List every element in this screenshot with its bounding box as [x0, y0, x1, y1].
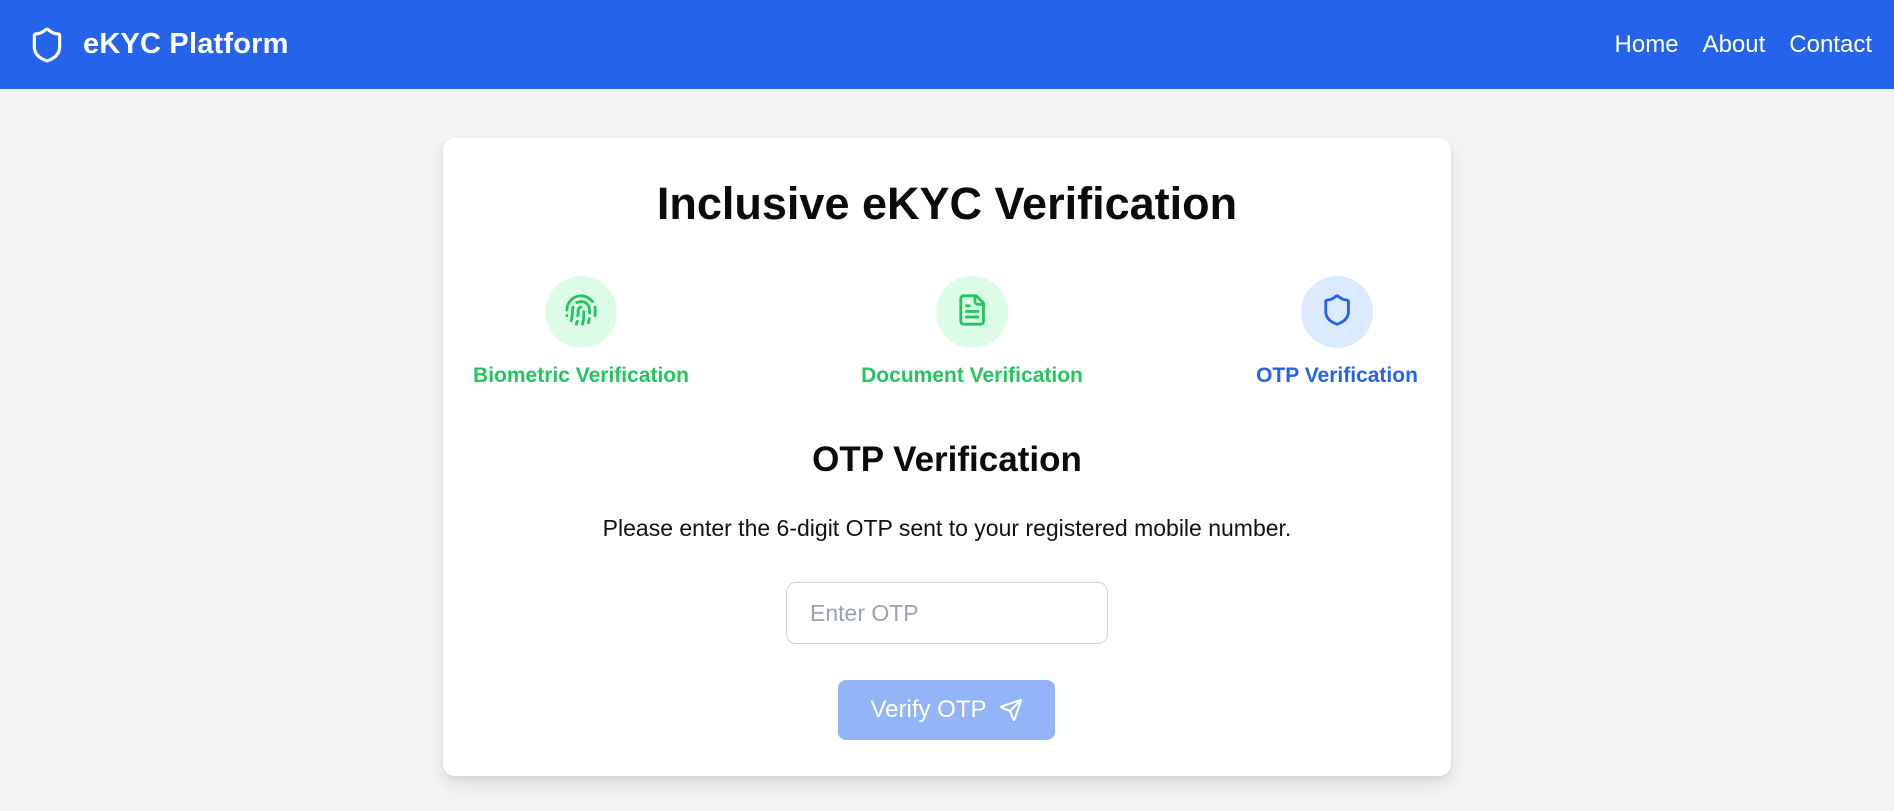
top-navbar: eKYC Platform Home About Contact: [0, 0, 1894, 89]
verify-otp-button[interactable]: Verify OTP: [838, 680, 1055, 740]
step-document-circle: [936, 276, 1008, 348]
send-icon: [999, 698, 1023, 722]
nav-home-link[interactable]: Home: [1615, 31, 1679, 59]
step-otp-circle: [1300, 276, 1373, 348]
nav-about-link[interactable]: About: [1703, 31, 1766, 59]
document-icon: [955, 293, 989, 332]
brand[interactable]: eKYC Platform: [27, 22, 289, 68]
page-title: Inclusive eKYC Verification: [656, 178, 1238, 229]
step-biometric: Biometric Verification: [473, 276, 689, 388]
step-document: Document Verification: [861, 276, 1083, 388]
shield-icon: [1320, 293, 1354, 332]
main-nav: Home About Contact: [1591, 31, 1872, 59]
otp-section-title: OTP Verification: [812, 440, 1082, 479]
step-biometric-circle: [545, 276, 617, 348]
nav-contact-link[interactable]: Contact: [1789, 31, 1872, 59]
otp-input[interactable]: [786, 582, 1108, 644]
brand-title: eKYC Platform: [83, 28, 289, 60]
verify-otp-button-label: Verify OTP: [870, 696, 987, 723]
verification-card: Inclusive eKYC Verification Biometric Ve…: [443, 138, 1451, 776]
shield-icon: [27, 22, 67, 68]
fingerprint-icon: [564, 293, 598, 332]
step-otp: OTP Verification: [1256, 276, 1418, 388]
step-biometric-label: Biometric Verification: [473, 364, 689, 387]
step-otp-label: OTP Verification: [1256, 364, 1418, 387]
otp-instruction: Please enter the 6-digit OTP sent to you…: [602, 515, 1292, 541]
step-document-label: Document Verification: [861, 364, 1083, 387]
